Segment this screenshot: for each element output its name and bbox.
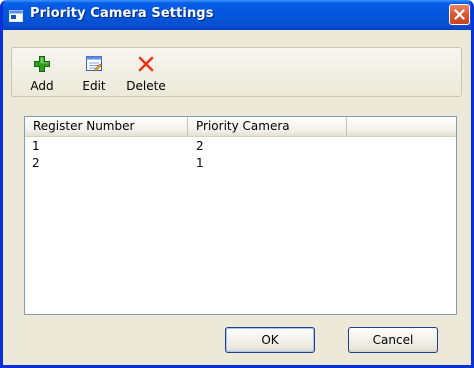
ok-button[interactable]: OK: [225, 327, 315, 353]
close-icon: [454, 9, 465, 20]
red-x-icon: [137, 55, 155, 73]
edit-document-icon: [85, 55, 103, 73]
list-header: Register Number Priority Camera: [25, 117, 456, 137]
close-button[interactable]: [449, 4, 470, 25]
priority-list[interactable]: Register Number Priority Camera 1 2 2 1: [24, 116, 457, 315]
add-button[interactable]: Add: [26, 52, 58, 94]
priority-camera-settings-dialog: Priority Camera Settings Add Edit Delete…: [0, 0, 474, 368]
edit-button[interactable]: Edit: [80, 52, 108, 94]
toolbar: Add Edit Delete: [11, 47, 462, 97]
register-number-cell: 2: [32, 156, 40, 170]
delete-button[interactable]: Delete: [120, 52, 172, 94]
priority-camera-cell: 2: [196, 139, 204, 153]
edit-label: Edit: [82, 79, 106, 93]
register-number-cell: 1: [32, 139, 40, 153]
column-header-empty[interactable]: [347, 117, 457, 136]
add-label: Add: [30, 79, 54, 93]
list-body: 1 2 2 1: [25, 138, 456, 172]
window-icon: [9, 8, 23, 22]
priority-camera-cell: 1: [196, 156, 204, 170]
column-header-priority-camera[interactable]: Priority Camera: [188, 117, 347, 136]
green-plus-icon: [33, 55, 51, 73]
cancel-button[interactable]: Cancel: [348, 327, 438, 353]
delete-label: Delete: [126, 79, 166, 93]
title-bar[interactable]: Priority Camera Settings: [3, 0, 471, 30]
column-header-register-number[interactable]: Register Number: [25, 117, 188, 136]
window-title: Priority Camera Settings: [30, 6, 214, 21]
table-row[interactable]: 1 2: [25, 138, 456, 155]
table-row[interactable]: 2 1: [25, 155, 456, 172]
